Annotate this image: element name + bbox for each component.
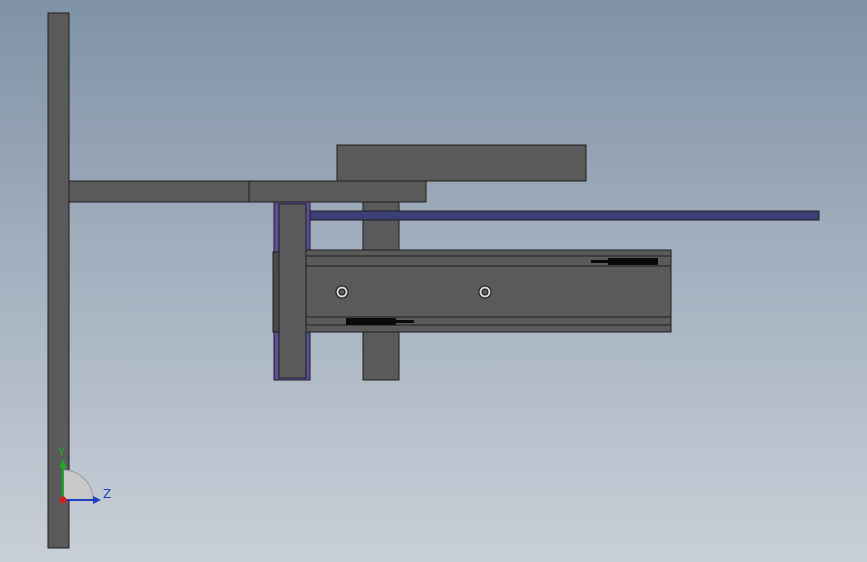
- triad-arc-shade: [62, 469, 94, 501]
- top-block[interactable]: [336, 144, 587, 182]
- coordinate-triad: Y Z: [57, 445, 111, 504]
- end-plate[interactable]: [272, 201, 311, 381]
- mounting-hole[interactable]: [478, 285, 492, 299]
- arm-extension[interactable]: [248, 180, 427, 203]
- y-axis-label: Y: [57, 445, 66, 459]
- sensor-slot-lower: [346, 318, 396, 325]
- sensor-slot-upper: [608, 258, 658, 265]
- z-axis-arrowhead: [93, 496, 101, 504]
- cylinder-body[interactable]: [305, 249, 672, 333]
- sensor-slot-upper-tail: [591, 260, 611, 263]
- model-view[interactable]: Y Z: [0, 0, 867, 562]
- graphics-viewport[interactable]: Y Z: [0, 0, 867, 562]
- sensor-slot-lower-tail: [392, 320, 414, 323]
- horizontal-arm[interactable]: [68, 180, 250, 203]
- x-axis-dot: [59, 496, 67, 504]
- z-axis-label: Z: [103, 487, 111, 501]
- mounting-hole[interactable]: [335, 285, 349, 299]
- guide-rod[interactable]: [307, 210, 820, 221]
